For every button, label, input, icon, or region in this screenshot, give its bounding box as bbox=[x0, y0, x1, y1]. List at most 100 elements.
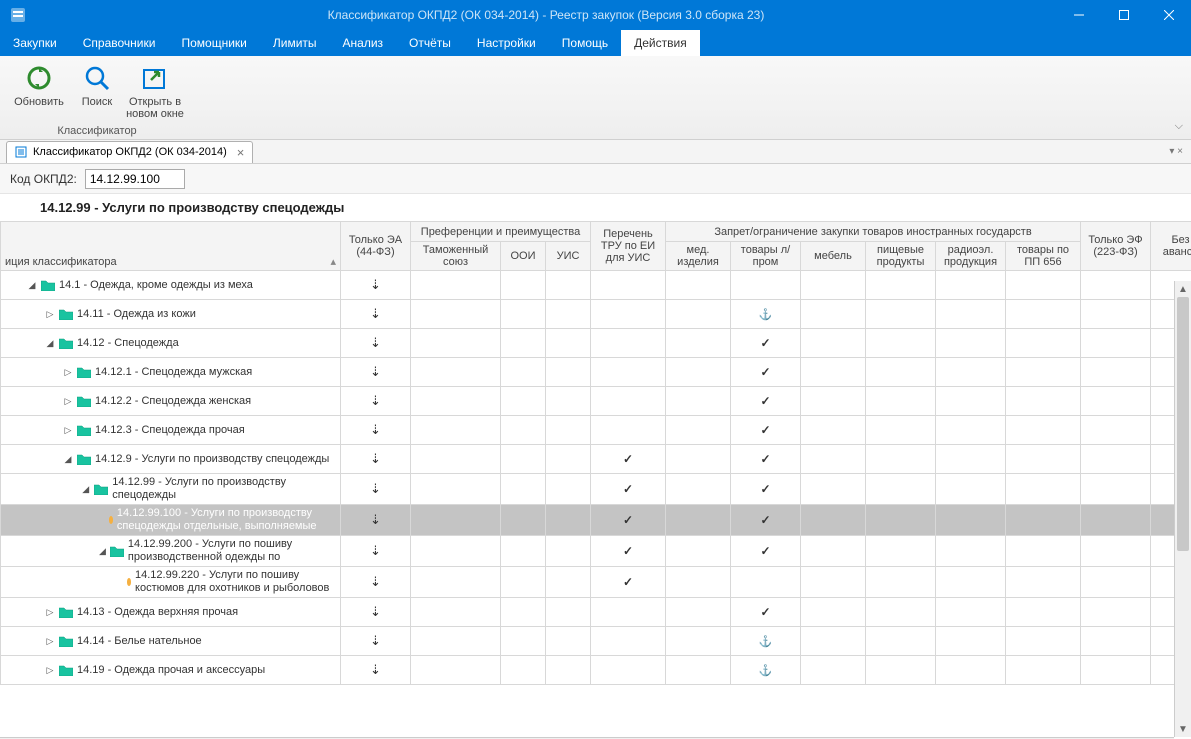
close-button[interactable] bbox=[1146, 0, 1191, 30]
item-icon bbox=[127, 578, 131, 586]
folder-icon bbox=[110, 545, 124, 557]
expander-icon[interactable]: ▷ bbox=[63, 425, 73, 435]
expander-icon[interactable]: ◢ bbox=[27, 280, 37, 290]
table-row[interactable]: ▷ 14.11 - Одежда из кожи bbox=[1, 300, 1191, 329]
menu-item-4[interactable]: Анализ bbox=[330, 30, 397, 56]
table-row[interactable]: ◢14.12 - Спецодежда bbox=[1, 329, 1191, 358]
expander-icon[interactable]: ▷ bbox=[63, 367, 73, 377]
filter-label: Код ОКПД2: bbox=[10, 172, 77, 186]
table-row[interactable]: ◢ 14.1 - Одежда, кроме одежды из меха bbox=[1, 271, 1191, 300]
menu-item-2[interactable]: Помощники bbox=[168, 30, 259, 56]
col-tree[interactable]: иция классификатора▴ bbox=[1, 222, 341, 271]
col-only-ef[interactable]: Только ЭФ (223-ФЗ) bbox=[1081, 222, 1151, 271]
expander-icon[interactable]: ◢ bbox=[81, 484, 90, 494]
expander-icon[interactable]: ▷ bbox=[45, 636, 55, 646]
arrow-down-icon bbox=[370, 665, 381, 677]
folder-icon bbox=[77, 453, 91, 465]
arrow-down-icon bbox=[370, 338, 381, 350]
document-tabs: Классификатор ОКПД2 (ОК 034-2014) × ▾ × bbox=[0, 140, 1191, 164]
col-list-tru[interactable]: Перечень ТРУ по ЕИ для УИС bbox=[591, 222, 666, 271]
col-med[interactable]: мед. изделия bbox=[666, 242, 731, 271]
menu-item-7[interactable]: Помощь bbox=[549, 30, 621, 56]
row-label: 14.1 - Одежда, кроме одежды из меха bbox=[59, 279, 253, 292]
table-row[interactable]: 14.12.99.220 - Услуги по пошиву костюмов… bbox=[1, 567, 1191, 598]
classifier-grid: иция классификатора▴ Только ЭА (44-ФЗ) П… bbox=[0, 221, 1191, 685]
check-icon bbox=[760, 367, 770, 379]
expander-icon[interactable]: ◢ bbox=[45, 338, 55, 348]
arrow-down-icon bbox=[370, 636, 381, 648]
row-label: 14.12.9 - Услуги по производству спецоде… bbox=[95, 453, 329, 466]
table-row[interactable]: ▷ 14.14 - Белье нательное bbox=[1, 627, 1191, 656]
col-no-advance[interactable]: Без аванса bbox=[1151, 222, 1191, 271]
menu-item-6[interactable]: Настройки bbox=[464, 30, 549, 56]
ribbon-collapse-icon[interactable]: ⌵ bbox=[1175, 120, 1183, 133]
check-icon bbox=[760, 454, 770, 466]
check-icon bbox=[760, 425, 770, 437]
check-icon bbox=[623, 454, 633, 466]
expander-icon[interactable]: ▷ bbox=[63, 396, 73, 406]
table-row[interactable]: ▷14.12.1 - Спецодежда мужская bbox=[1, 358, 1191, 387]
folder-icon bbox=[59, 606, 73, 618]
menu-item-5[interactable]: Отчёты bbox=[396, 30, 464, 56]
check-icon bbox=[623, 577, 633, 589]
arrow-down-icon bbox=[370, 546, 381, 558]
section-title: 14.12.99 - Услуги по производству спецод… bbox=[0, 194, 1191, 221]
col-furniture[interactable]: мебель bbox=[801, 242, 866, 271]
col-ooi[interactable]: ООИ bbox=[501, 242, 546, 271]
check-icon bbox=[623, 515, 633, 527]
expander-icon[interactable]: ◢ bbox=[99, 546, 106, 556]
table-row[interactable]: 14.12.99.100 - Услуги по производству сп… bbox=[1, 505, 1191, 536]
expander-icon[interactable]: ▷ bbox=[45, 309, 55, 319]
tab-close-icon[interactable]: × bbox=[237, 145, 245, 160]
check-icon bbox=[623, 484, 633, 496]
tab-options-icon[interactable]: ▾ × bbox=[1169, 146, 1191, 157]
anchor-icon bbox=[759, 636, 773, 648]
vertical-scrollbar[interactable]: ▲▼ bbox=[1174, 281, 1191, 737]
menu-item-8[interactable]: Действия bbox=[621, 30, 700, 56]
refresh-icon bbox=[23, 62, 55, 94]
col-lprom[interactable]: товары л/пром bbox=[731, 242, 801, 271]
col-food[interactable]: пищевые продукты bbox=[866, 242, 936, 271]
table-row[interactable]: ◢ 14.12.9 - Услуги по производству спецод… bbox=[1, 445, 1191, 474]
document-tab[interactable]: Классификатор ОКПД2 (ОК 034-2014) × bbox=[6, 141, 253, 163]
table-row[interactable]: ▷ 14.13 - Одежда верхняя прочая bbox=[1, 598, 1191, 627]
expander-icon[interactable]: ◢ bbox=[63, 454, 73, 464]
menu-item-0[interactable]: Закупки bbox=[0, 30, 70, 56]
table-row[interactable]: ▷ 14.19 - Одежда прочая и аксессуары bbox=[1, 656, 1191, 685]
folder-icon bbox=[77, 424, 91, 436]
folder-icon bbox=[59, 308, 73, 320]
grid-area: иция классификатора▴ Только ЭА (44-ФЗ) П… bbox=[0, 221, 1191, 739]
col-radio[interactable]: радиоэл. продукция bbox=[936, 242, 1006, 271]
filter-bar: Код ОКПД2: bbox=[0, 164, 1191, 194]
row-label: 14.19 - Одежда прочая и аксессуары bbox=[77, 664, 265, 677]
col-customs[interactable]: Таможенный союз bbox=[411, 242, 501, 271]
okpd-code-input[interactable] bbox=[85, 169, 185, 189]
table-row[interactable]: ▷ 14.12.2 - Спецодежда женская bbox=[1, 387, 1191, 416]
minimize-button[interactable] bbox=[1056, 0, 1101, 30]
arrow-down-icon bbox=[370, 425, 381, 437]
menu-item-3[interactable]: Лимиты bbox=[260, 30, 330, 56]
row-label: 14.11 - Одежда из кожи bbox=[77, 308, 196, 321]
row-label: 14.12.2 - Спецодежда женская bbox=[95, 395, 251, 408]
table-row[interactable]: ◢14.12.99.200 - Услуги по пошиву произво… bbox=[1, 536, 1191, 567]
folder-icon bbox=[94, 483, 108, 495]
arrow-down-icon bbox=[370, 280, 381, 292]
row-label: 14.12.3 - Спецодежда прочая bbox=[95, 424, 245, 437]
row-label: 14.13 - Одежда верхняя прочая bbox=[77, 606, 238, 619]
check-icon bbox=[760, 338, 770, 350]
check-icon bbox=[760, 546, 770, 558]
row-label: 14.14 - Белье нательное bbox=[77, 635, 202, 648]
col-pp656[interactable]: товары по ПП 656 bbox=[1006, 242, 1081, 271]
maximize-button[interactable] bbox=[1101, 0, 1146, 30]
folder-icon bbox=[77, 395, 91, 407]
col-only-ea[interactable]: Только ЭА (44-ФЗ) bbox=[341, 222, 411, 271]
check-icon bbox=[623, 546, 633, 558]
table-row[interactable]: ◢14.12.99 - Услуги по производству спецо… bbox=[1, 474, 1191, 505]
expander-icon[interactable]: ▷ bbox=[45, 607, 55, 617]
col-uis[interactable]: УИС bbox=[546, 242, 591, 271]
menu-item-1[interactable]: Справочники bbox=[70, 30, 169, 56]
table-row[interactable]: ▷ 14.12.3 - Спецодежда прочая bbox=[1, 416, 1191, 445]
item-icon bbox=[109, 516, 113, 524]
expander-icon[interactable]: ▷ bbox=[45, 665, 55, 675]
col-group-ban: Запрет/ограничение закупки товаров иност… bbox=[666, 222, 1081, 242]
